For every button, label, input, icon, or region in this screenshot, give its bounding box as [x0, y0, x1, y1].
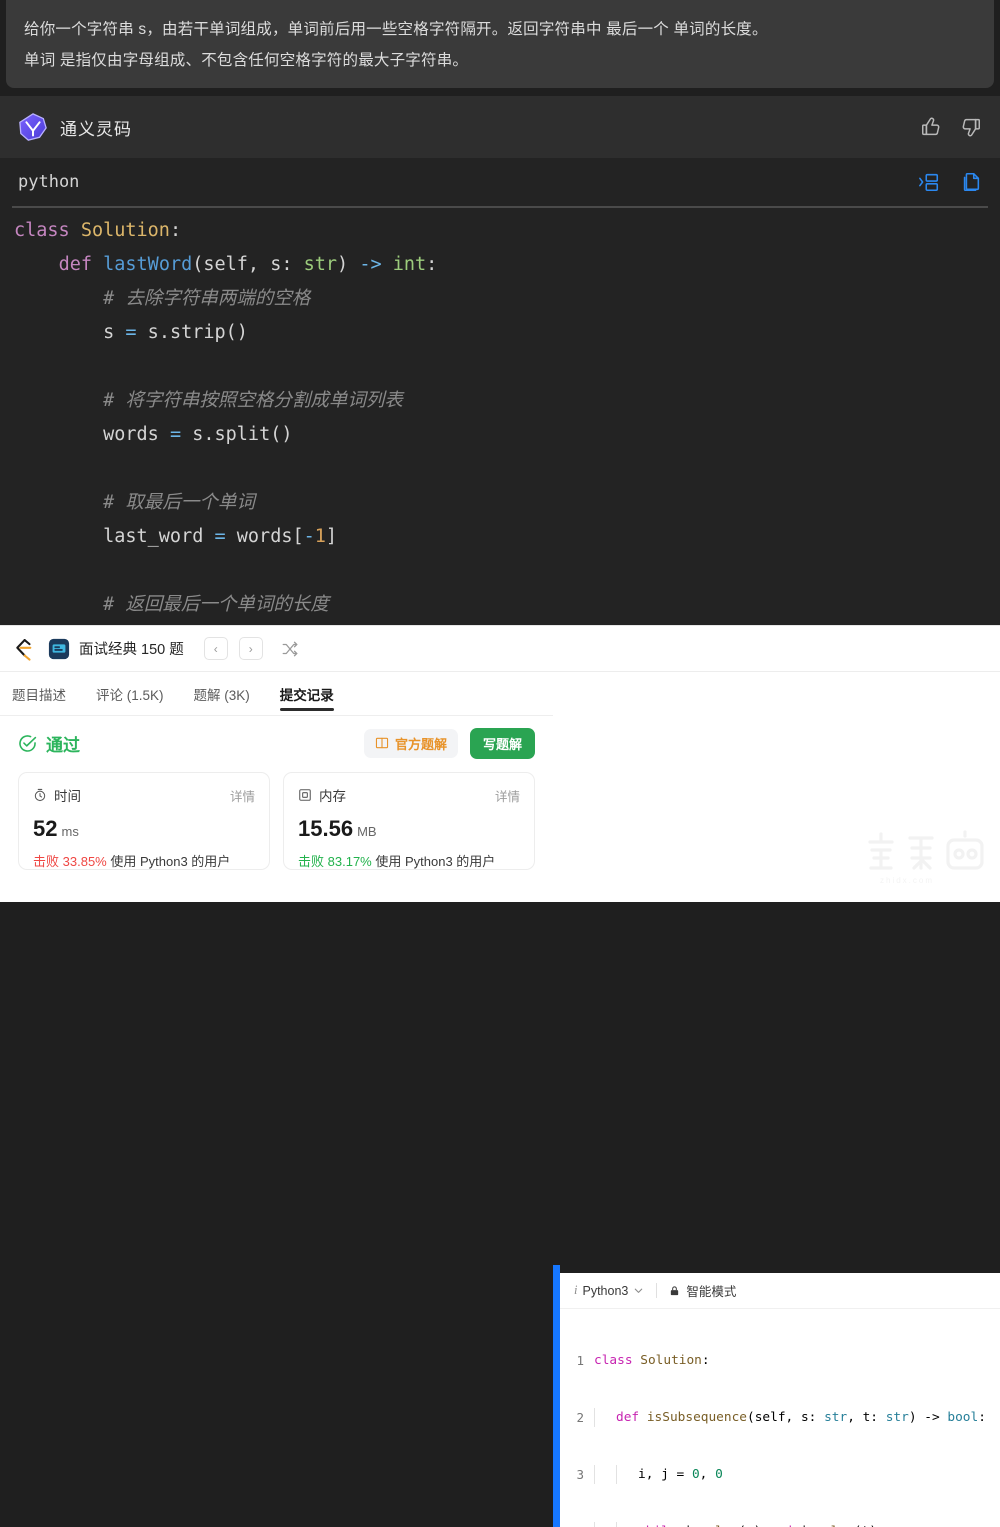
tab-solutions[interactable]: 题解 (3K) [194, 672, 250, 716]
line-code: i, j = 0, 0 [638, 1465, 1000, 1484]
language-selector[interactable]: i Python3 [574, 1283, 644, 1298]
thumbs-up-icon[interactable] [920, 116, 942, 138]
beat-percent: 33.85% [63, 854, 107, 869]
lock-icon [669, 1285, 680, 1297]
watermark-logo: zhidx.com [860, 828, 992, 890]
study-plan-name[interactable]: 面试经典 150 题 [79, 638, 184, 659]
official-solution-label: 官方题解 [395, 734, 447, 753]
metric-number: 52 [33, 816, 57, 841]
toolbar-separator [656, 1283, 657, 1298]
metric-beat-text: 击败 33.85% 使用 Python3 的用户 [33, 851, 255, 870]
line-number: 1 [560, 1351, 594, 1370]
book-icon [375, 736, 389, 750]
editor-line: 1 class Solution: [560, 1351, 1000, 1370]
copy-icon[interactable] [960, 171, 982, 193]
shuffle-button[interactable] [279, 638, 301, 660]
tab-bar: 题目描述 评论 (1.5K) 题解 (3K) 提交记录 [0, 672, 553, 716]
metric-head: 内存 详情 [298, 785, 520, 805]
beat-word: 击败 [33, 854, 59, 869]
insert-code-icon[interactable] [918, 171, 940, 193]
prev-problem-button[interactable]: ‹ [204, 637, 228, 660]
metric-detail-link[interactable]: 详情 [230, 786, 255, 805]
study-plan-icon[interactable] [48, 638, 70, 660]
metric-card-time: 时间 详情 52 ms 击败 33.85% 使用 Python3 的用户 [18, 772, 270, 870]
assistant-name: 通义灵码 [60, 115, 132, 140]
status-badge: 通过 [46, 731, 80, 756]
metric-detail-link[interactable]: 详情 [495, 786, 520, 805]
thumbs-down-icon[interactable] [960, 116, 982, 138]
next-problem-button[interactable]: › [239, 637, 263, 660]
metric-head: 时间 详情 [33, 785, 255, 805]
tab-comments[interactable]: 评论 (1.5K) [96, 672, 164, 716]
indent-guides [594, 1522, 638, 1527]
problem-statement-bubble: 给你一个字符串 s，由若干单词组成，单词前后用一些空格字符隔开。返回字符串中 最… [6, 0, 994, 88]
metric-value: 52 ms [33, 816, 255, 842]
beat-percent: 83.17% [328, 854, 372, 869]
code-content: class Solution: def lastWord(self, s: st… [0, 214, 1000, 656]
shuffle-icon [281, 640, 299, 658]
leetcode-logo[interactable] [10, 636, 36, 662]
beat-suffix: 使用 Python3 的用户 [375, 854, 495, 869]
problem-statement-line-2: 单词 是指仅由字母组成、不包含任何空格字符的最大子字符串。 [24, 45, 976, 76]
info-icon: i [574, 1283, 577, 1298]
code-divider [12, 206, 988, 208]
editor-toolbar: i Python3 智能模式 [560, 1273, 1000, 1309]
problem-toolbar: 面试经典 150 题 ‹ › [0, 626, 1000, 672]
assistant-header: 通义灵码 [0, 96, 1000, 158]
editor-line: 2 def isSubsequence(self, s: str, t: str… [560, 1408, 1000, 1427]
metric-unit: ms [61, 824, 78, 839]
smart-mode-label: 智能模式 [686, 1281, 736, 1300]
line-code: def isSubsequence(self, s: str, t: str) … [616, 1408, 1000, 1427]
write-solution-button[interactable]: 写题解 [470, 728, 535, 759]
code-block-card: python class Solution: def lastWord(self… [0, 158, 1000, 625]
metric-label: 内存 [319, 785, 346, 805]
tab-problem-description[interactable]: 题目描述 [12, 672, 66, 716]
tab-submissions[interactable]: 提交记录 [280, 672, 334, 716]
code-block-toolbar: python [0, 158, 1000, 206]
metric-beat-text: 击败 83.17% 使用 Python3 的用户 [298, 851, 520, 870]
metric-card-memory: 内存 详情 15.56 MB 击败 83.17% 使用 Python3 的用户 [283, 772, 535, 870]
metric-label: 时间 [54, 785, 81, 805]
editor-code-content[interactable]: 1 class Solution: 2 def isSubsequence(se… [560, 1309, 1000, 1527]
editor-line: 3 i, j = 0, 0 [560, 1465, 1000, 1484]
metrics-row: 时间 详情 52 ms 击败 33.85% 使用 Python3 的用户 [0, 772, 553, 870]
indent-guides [594, 1465, 638, 1484]
official-solution-button[interactable]: 官方题解 [364, 729, 458, 758]
code-language-label: python [18, 172, 79, 192]
line-number: 2 [560, 1408, 594, 1427]
smart-mode-toggle[interactable]: 智能模式 [669, 1281, 736, 1300]
leetcode-panel: 面试经典 150 题 ‹ › 题目描述 评论 (1.5K) 题解 (3K) 提交… [0, 625, 1000, 902]
indent-guides [594, 1408, 616, 1427]
submission-status-row: 通过 官方题解 写题解 [0, 720, 553, 766]
line-code: while i < len(s) and j < len(t): [638, 1522, 1000, 1527]
tongyi-lingma-logo [18, 112, 48, 142]
language-label: Python3 [582, 1284, 628, 1298]
watermark-subtext: zhidx.com [880, 876, 934, 885]
editor-line: 4 while i < len(s) and j < len(t): [560, 1522, 1000, 1527]
submission-pane: 题目描述 评论 (1.5K) 题解 (3K) 提交记录 通过 官方题解 写题解 [0, 672, 553, 902]
metric-number: 15.56 [298, 816, 353, 841]
line-number: 3 [560, 1465, 594, 1484]
metric-value: 15.56 MB [298, 816, 520, 842]
metric-unit: MB [357, 824, 377, 839]
clock-icon [33, 788, 47, 802]
memory-icon [298, 788, 312, 802]
line-number: 4 [560, 1522, 594, 1527]
beat-word: 击败 [298, 854, 324, 869]
check-circle-icon [18, 734, 37, 753]
code-editor-pane: i Python3 智能模式 1 class Solution: [560, 1273, 1000, 1527]
line-code: class Solution: [594, 1351, 1000, 1370]
chevron-down-icon [633, 1285, 644, 1296]
beat-suffix: 使用 Python3 的用户 [110, 854, 230, 869]
ai-assistant-panel: 给你一个字符串 s，由若干单词组成，单词前后用一些空格字符隔开。返回字符串中 最… [0, 0, 1000, 625]
problem-statement-line-1: 给你一个字符串 s，由若干单词组成，单词前后用一些空格字符隔开。返回字符串中 最… [24, 14, 976, 45]
pane-splitter[interactable] [553, 1265, 560, 1527]
